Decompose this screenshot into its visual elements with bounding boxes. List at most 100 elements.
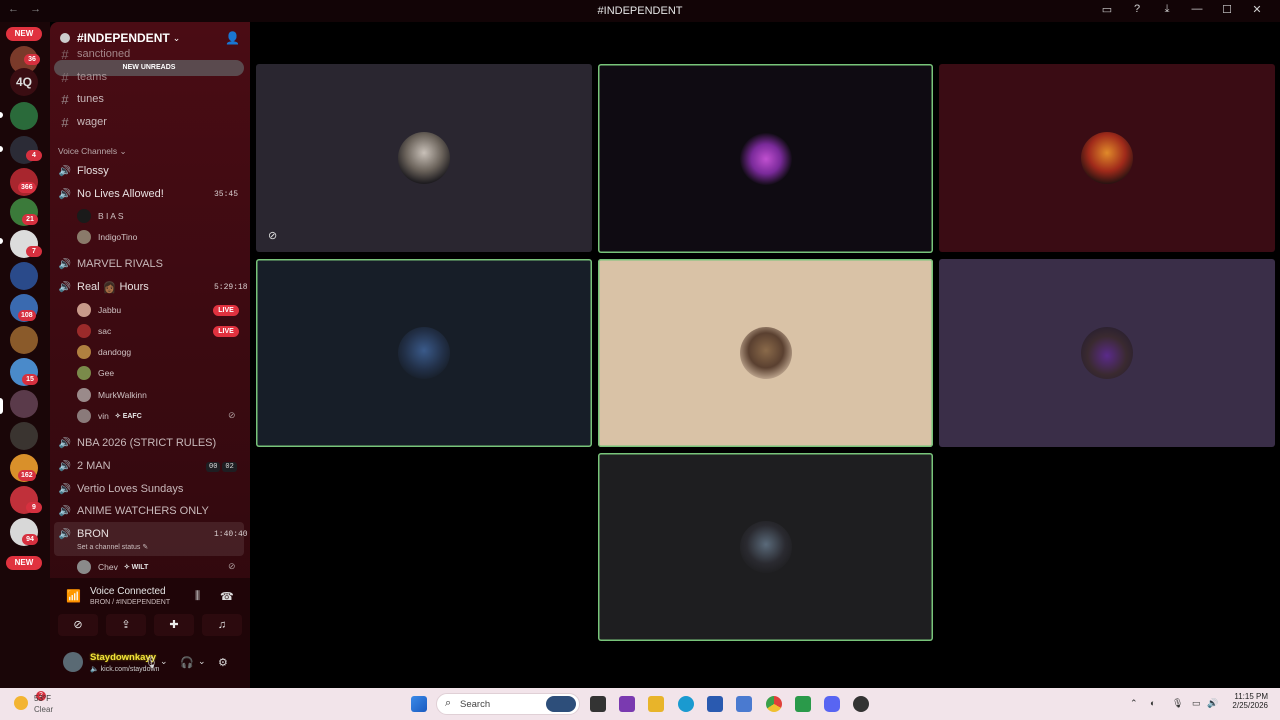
- participant-tile[interactable]: ⊘: [256, 64, 592, 252]
- windows-taskbar: 2 53°F Clear ⌕ Search ⌃ ◐ 🎙 ▭ 🔊 11:15 PM…: [0, 688, 1280, 720]
- microphone-icon[interactable]: 🎙: [144, 656, 158, 669]
- unread-badge: 9: [26, 502, 42, 513]
- voice-connected-subtitle[interactable]: BRON / #INDEPENDENT: [90, 599, 170, 606]
- user-name: Gee: [98, 368, 115, 378]
- unread-badge: 366: [18, 182, 36, 193]
- server-icon[interactable]: [10, 390, 38, 418]
- new-pill-top[interactable]: NEW: [6, 27, 42, 41]
- participant-tile-speaking[interactable]: [598, 453, 933, 641]
- help-icon[interactable]: ?: [1122, 3, 1152, 16]
- voice-user[interactable]: B I A S: [77, 207, 124, 225]
- add-member-icon[interactable]: 👤: [225, 31, 240, 45]
- download-icon[interactable]: ⤓: [1152, 3, 1182, 16]
- discord-icon[interactable]: [824, 696, 840, 712]
- minimize-button[interactable]: —: [1182, 3, 1212, 16]
- server-4q[interactable]: 4Q: [10, 68, 38, 96]
- window-controls: ▭ ? ⤓ — ☐ ✕: [1092, 3, 1272, 16]
- screenshare-button[interactable]: ⇪: [106, 614, 146, 636]
- voice-channel-marvel[interactable]: 🔊 MARVEL RIVALS: [58, 254, 163, 274]
- voice-channel-2-man[interactable]: 🔊 2 MAN: [58, 456, 111, 476]
- avatar: [77, 345, 91, 359]
- participant-tile-speaking[interactable]: [598, 64, 933, 253]
- disconnect-icon[interactable]: ☎: [220, 590, 234, 603]
- nav-buttons: ← →: [8, 3, 49, 15]
- voice-user[interactable]: IndigoTino: [77, 228, 137, 246]
- muted-icon: ⊘: [268, 230, 278, 242]
- server-icon[interactable]: [10, 102, 38, 130]
- tray-app-icon[interactable]: ◐: [1150, 698, 1155, 708]
- participant-tile[interactable]: [939, 64, 1275, 252]
- voice-channel-real-hours[interactable]: 🔊 Real 👩🏾 Hours 5:29:18: [58, 277, 248, 297]
- avatar[interactable]: [63, 652, 83, 672]
- windows-start-icon[interactable]: [411, 696, 427, 712]
- participant-tile-speaking[interactable]: [598, 259, 933, 447]
- store-icon[interactable]: [707, 696, 723, 712]
- soundboard-button[interactable]: ♫: [202, 614, 242, 636]
- voice-channel-flossy[interactable]: 🔊 Flossy: [58, 161, 109, 181]
- voice-channel-vertio[interactable]: 🔊 Vertio Loves Sundays: [58, 479, 184, 499]
- channel-wager[interactable]: # wager: [58, 112, 107, 132]
- headphones-icon[interactable]: 🎧: [180, 656, 194, 669]
- maximize-button[interactable]: ☐: [1212, 3, 1242, 16]
- unread-badge: 108: [18, 310, 36, 321]
- forward-arrow-icon[interactable]: →: [30, 3, 41, 15]
- unread-badge: 36: [24, 54, 40, 65]
- noise-suppression-icon[interactable]: ⫼: [195, 590, 200, 603]
- signal-icon[interactable]: 📶: [66, 589, 81, 603]
- unread-badge: 162: [18, 470, 36, 481]
- app-icon[interactable]: [853, 696, 869, 712]
- speaker-icon: 🔊: [58, 460, 72, 472]
- clan-tag-label: EAFC: [122, 413, 142, 420]
- camera-button[interactable]: ⊘: [58, 614, 98, 636]
- back-arrow-icon[interactable]: ←: [8, 3, 19, 15]
- speaker-icon: 🔊: [58, 505, 72, 517]
- display-icon[interactable]: ▭: [1192, 698, 1201, 709]
- task-view-icon[interactable]: [590, 696, 606, 712]
- chevron-up-icon[interactable]: ⌃: [1130, 698, 1138, 709]
- app-icon[interactable]: [619, 696, 635, 712]
- voice-channel-no-lives[interactable]: 🔊 No Lives Allowed! 35:45: [58, 184, 238, 204]
- voice-user[interactable]: vin ✧ EAFC: [77, 407, 142, 425]
- hash-icon: #: [61, 69, 69, 85]
- taskbar-clock[interactable]: 11:15 PM 2/25/2026: [1222, 692, 1268, 710]
- edge-icon[interactable]: [678, 696, 694, 712]
- server-emblem-icon: [60, 33, 70, 43]
- voice-user[interactable]: Jabbu: [77, 301, 121, 319]
- channel-teams[interactable]: # teams: [58, 67, 107, 87]
- voice-channel-anime[interactable]: 🔊 ANIME WATCHERS ONLY: [58, 501, 209, 521]
- voice-channel-nba[interactable]: 🔊 NBA 2026 (STRICT RULES): [58, 433, 216, 453]
- taskbar-search[interactable]: ⌕ Search: [436, 693, 580, 715]
- chevron-down-icon[interactable]: ⌄: [198, 656, 206, 667]
- new-pill-bottom[interactable]: NEW: [6, 556, 42, 570]
- voice-timer: 5:29:18: [214, 282, 248, 292]
- app-icon[interactable]: [795, 696, 811, 712]
- channel-tunes[interactable]: # tunes: [58, 89, 104, 109]
- voice-user[interactable]: Gee: [77, 364, 114, 382]
- voice-user[interactable]: dandogg: [77, 343, 131, 361]
- participant-tile-speaking[interactable]: [256, 259, 592, 447]
- server-icon[interactable]: [10, 262, 38, 290]
- voice-category[interactable]: Voice Channels ⌄: [58, 146, 127, 157]
- server-icon[interactable]: [10, 422, 38, 450]
- voice-connected-title[interactable]: Voice Connected: [90, 586, 166, 597]
- user-name: IndigoTino: [98, 232, 138, 242]
- volume-icon[interactable]: 🔊: [1207, 698, 1218, 709]
- unread-badge: 15: [22, 374, 38, 385]
- voice-user[interactable]: sac: [77, 322, 111, 340]
- app-icon[interactable]: [736, 696, 752, 712]
- chrome-icon[interactable]: [766, 696, 782, 712]
- file-explorer-icon[interactable]: [648, 696, 664, 712]
- settings-gear-icon[interactable]: ⚙: [218, 656, 228, 669]
- microphone-icon[interactable]: 🎙: [1172, 698, 1183, 709]
- voice-channel-bron[interactable]: 🔊 BRON 1:40:40: [58, 524, 248, 544]
- activities-button[interactable]: ✚: [154, 614, 194, 636]
- voice-user[interactable]: MurkWalkinn: [77, 386, 147, 404]
- participant-tile[interactable]: [939, 259, 1275, 447]
- chevron-down-icon[interactable]: ⌄: [160, 656, 168, 667]
- inbox-icon[interactable]: ▭: [1092, 3, 1122, 16]
- channel-status[interactable]: Set a channel status ✎: [77, 543, 148, 551]
- close-button[interactable]: ✕: [1242, 3, 1272, 16]
- server-icon[interactable]: [10, 326, 38, 354]
- title-bar: ← → #INDEPENDENT ▭ ? ⤓ — ☐ ✕: [0, 0, 1280, 22]
- voice-user[interactable]: Chev ✧ WILT: [77, 558, 148, 576]
